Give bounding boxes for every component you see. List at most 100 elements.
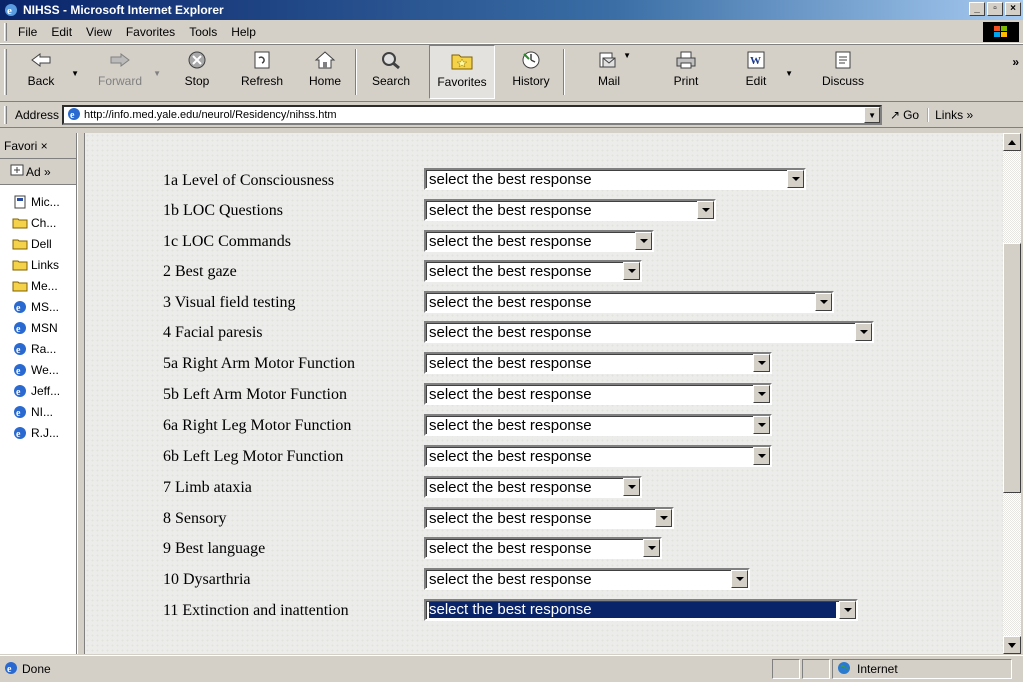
add-favorite-button[interactable]: Ad » [0, 159, 76, 185]
refresh-button[interactable]: Refresh [231, 45, 293, 99]
discuss-icon [831, 48, 855, 72]
favorite-item[interactable]: e NI... [0, 401, 76, 422]
menu-tools[interactable]: Tools [182, 25, 224, 39]
select-extinction-inattention[interactable]: select the best response [424, 599, 858, 621]
favorite-item[interactable]: e We... [0, 359, 76, 380]
scroll-up-icon[interactable] [1003, 133, 1021, 151]
edit-dropdown-icon[interactable]: ▼ [785, 69, 793, 78]
select-best-language[interactable]: select the best response [424, 537, 662, 559]
toolbar-chevron-icon[interactable]: » [1012, 55, 1019, 69]
menu-help[interactable]: Help [224, 25, 263, 39]
ie-link-icon: e [12, 342, 28, 356]
chevron-down-icon[interactable] [643, 539, 660, 557]
chevron-down-icon[interactable] [787, 170, 804, 188]
favorite-item[interactable]: Mic... [0, 191, 76, 212]
select-loc-commands[interactable]: select the best response [424, 230, 654, 252]
favorite-item[interactable]: e MSN [0, 317, 76, 338]
select-dysarthria[interactable]: select the best response [424, 568, 750, 590]
menu-edit[interactable]: Edit [44, 25, 79, 39]
word-edit-icon: W [744, 48, 768, 72]
folder-icon [12, 237, 28, 251]
favorite-item[interactable]: e MS... [0, 296, 76, 317]
document-icon [12, 195, 28, 209]
back-dropdown-icon[interactable]: ▼ [71, 69, 79, 78]
menu-file[interactable]: File [11, 25, 44, 39]
go-button[interactable]: ↗ Go [890, 108, 919, 122]
select-sensory[interactable]: select the best response [424, 507, 674, 529]
maximize-button[interactable]: ▫ [987, 2, 1003, 16]
select-left-leg-motor[interactable]: select the best response [424, 445, 772, 467]
mail-button[interactable]: Mail ▼ [579, 45, 639, 99]
search-button[interactable]: Search [361, 45, 421, 99]
toolbar-separator [355, 49, 357, 95]
address-input[interactable]: e http://info.med.yale.edu/neurol/Reside… [62, 105, 883, 125]
pane-splitter[interactable] [77, 133, 85, 654]
select-left-arm-motor[interactable]: select the best response [424, 383, 772, 405]
favorite-folder[interactable]: Links [0, 254, 76, 275]
chevron-down-icon[interactable] [623, 478, 640, 496]
home-icon [313, 48, 337, 72]
stop-button[interactable]: Stop [171, 45, 223, 99]
home-button[interactable]: Home [299, 45, 351, 99]
select-facial-paresis[interactable]: select the best response [424, 321, 874, 343]
chevron-down-icon[interactable] [753, 416, 770, 434]
select-best-gaze[interactable]: select the best response [424, 260, 642, 282]
chevron-down-icon[interactable] [753, 385, 770, 403]
select-limb-ataxia[interactable]: select the best response [424, 476, 642, 498]
svg-text:e: e [16, 303, 21, 314]
select-loc-questions[interactable]: select the best response [424, 199, 716, 221]
chevron-down-icon[interactable] [731, 570, 748, 588]
scrollbar-thumb[interactable] [1003, 243, 1021, 493]
chevron-down-icon[interactable] [815, 293, 832, 311]
chevron-down-icon[interactable] [635, 232, 652, 250]
select-right-arm-motor[interactable]: select the best response [424, 352, 772, 374]
print-button[interactable]: Print [659, 45, 713, 99]
ie-link-icon: e [12, 384, 28, 398]
forward-dropdown-icon[interactable]: ▼ [153, 69, 161, 78]
select-visual-field-testing[interactable]: select the best response [424, 291, 834, 313]
mail-dropdown-icon[interactable]: ▼ [623, 51, 631, 60]
chevron-down-icon[interactable] [697, 201, 714, 219]
chevron-down-icon[interactable] [839, 601, 856, 619]
form-label: 4 Facial paresis [163, 324, 263, 341]
form-label: 5b Left Arm Motor Function [163, 386, 347, 403]
favorite-folder[interactable]: Me... [0, 275, 76, 296]
links-toolbar[interactable]: Links » [927, 108, 973, 122]
ie-link-icon: e [12, 363, 28, 377]
chevron-down-icon[interactable] [753, 447, 770, 465]
history-button[interactable]: History [503, 45, 559, 99]
address-dropdown-icon[interactable]: ▼ [864, 107, 881, 123]
internet-globe-icon [837, 661, 851, 678]
edit-button[interactable]: W Edit ▼ [731, 45, 793, 99]
menu-bar: File Edit View Favorites Tools Help [0, 20, 1023, 44]
chevron-down-icon[interactable] [655, 509, 672, 527]
back-button[interactable]: Back ▼ [11, 45, 79, 99]
chevron-down-icon[interactable] [753, 354, 770, 372]
vertical-scrollbar[interactable] [1003, 133, 1021, 654]
favorite-item[interactable]: e R.J... [0, 422, 76, 443]
svg-text:e: e [16, 429, 21, 440]
menu-favorites[interactable]: Favorites [119, 25, 182, 39]
forward-button[interactable]: Forward ▼ [85, 45, 161, 99]
favorite-folder[interactable]: Dell [0, 233, 76, 254]
windows-logo-icon [983, 22, 1019, 42]
menu-view[interactable]: View [79, 25, 119, 39]
scroll-down-icon[interactable] [1003, 636, 1021, 654]
close-button[interactable]: × [1005, 2, 1021, 16]
discuss-button[interactable]: Discuss [811, 45, 875, 99]
back-arrow-icon [29, 48, 53, 72]
standard-toolbar: Back ▼ Forward ▼ Stop Refresh Home Searc… [0, 44, 1023, 102]
favorites-button[interactable]: Favorites [429, 45, 495, 99]
chevron-down-icon[interactable] [623, 262, 640, 280]
select-level-of-consciousness[interactable]: select the best response [424, 168, 806, 190]
favorite-folder[interactable]: Ch... [0, 212, 76, 233]
form-label: 9 Best language [163, 540, 266, 557]
minimize-button[interactable]: _ [969, 2, 985, 16]
svg-text:e: e [16, 408, 21, 419]
select-right-leg-motor[interactable]: select the best response [424, 414, 772, 436]
favorite-item[interactable]: e Ra... [0, 338, 76, 359]
favorite-item[interactable]: e Jeff... [0, 380, 76, 401]
search-icon [379, 48, 403, 72]
chevron-down-icon[interactable] [855, 323, 872, 341]
favorites-pane-header[interactable]: Favori × [0, 133, 76, 159]
